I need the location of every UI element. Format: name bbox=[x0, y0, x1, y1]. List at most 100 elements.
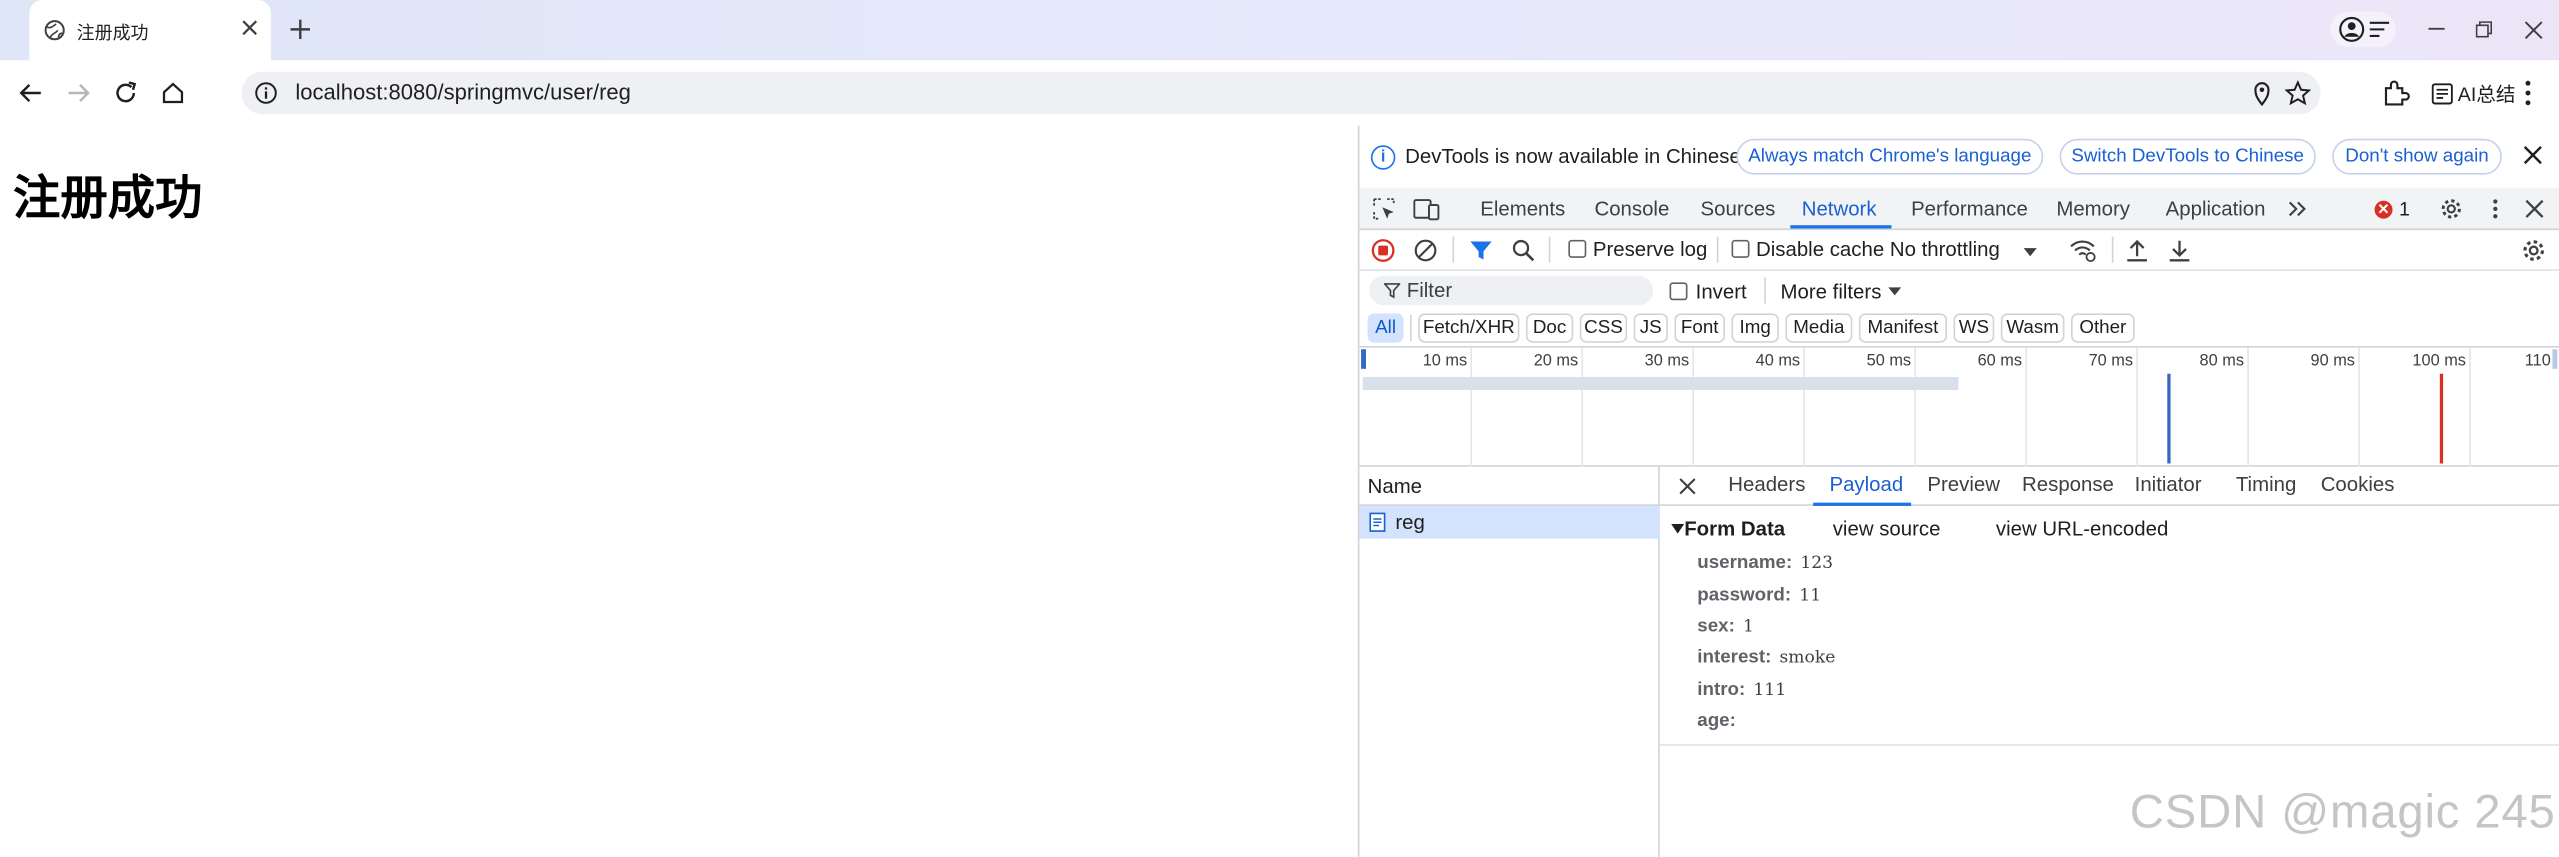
type-filter-doc[interactable]: Doc bbox=[1525, 313, 1574, 343]
view-source-link[interactable]: view source bbox=[1833, 517, 1941, 540]
name-column-header[interactable]: Name bbox=[1359, 467, 1660, 506]
timeline-tick-label: 50 ms bbox=[1866, 352, 1912, 371]
invert-checkbox[interactable] bbox=[1669, 282, 1688, 301]
url-text[interactable]: localhost:8080/springmvc/user/reg bbox=[295, 80, 631, 104]
filter-bar: Filter Invert More filters bbox=[1359, 271, 2559, 310]
active-tab-indicator bbox=[1790, 225, 1892, 229]
bookmark-star-icon[interactable] bbox=[2284, 80, 2311, 106]
tab-initiator[interactable]: Initiator bbox=[2135, 473, 2202, 496]
error-icon: ✕ bbox=[2374, 199, 2393, 218]
minimize-icon[interactable] bbox=[2419, 13, 2455, 46]
separator bbox=[1716, 236, 1719, 263]
profile-button[interactable] bbox=[2330, 11, 2396, 48]
location-pin-icon[interactable] bbox=[2249, 80, 2275, 107]
tab-elements[interactable]: Elements bbox=[1480, 197, 1565, 220]
settings-gear-icon[interactable] bbox=[2440, 197, 2463, 220]
inspect-element-icon[interactable] bbox=[1373, 197, 1396, 220]
timeline-start-handle[interactable] bbox=[1361, 349, 1366, 369]
switch-chinese-button[interactable]: Switch DevTools to Chinese bbox=[2059, 138, 2316, 175]
timeline-end-handle[interactable] bbox=[2552, 349, 2558, 369]
customize-menu-icon[interactable] bbox=[2484, 197, 2507, 220]
close-devtools-icon[interactable] bbox=[2523, 197, 2546, 220]
chevron-down-icon[interactable] bbox=[1888, 287, 1902, 297]
type-filter-fetch-xhr[interactable]: Fetch/XHR bbox=[1418, 313, 1520, 343]
home-icon[interactable] bbox=[155, 75, 191, 111]
disable-cache-checkbox[interactable] bbox=[1731, 239, 1750, 258]
form-data-title[interactable]: Form Data bbox=[1684, 517, 1785, 540]
preserve-log-checkbox[interactable] bbox=[1568, 239, 1587, 258]
tab-cookies[interactable]: Cookies bbox=[2321, 473, 2395, 496]
type-filter-img[interactable]: Img bbox=[1731, 313, 1779, 343]
close-window-icon[interactable] bbox=[2515, 13, 2551, 46]
address-bar[interactable]: localhost:8080/springmvc/user/reg bbox=[241, 71, 2321, 115]
type-filter-js[interactable]: JS bbox=[1633, 313, 1668, 343]
chevron-down-icon[interactable] bbox=[2022, 238, 2038, 262]
preserve-log-label[interactable]: Preserve log bbox=[1593, 238, 1708, 261]
device-toolbar-icon[interactable] bbox=[1413, 197, 1440, 221]
tab-sources[interactable]: Sources bbox=[1701, 197, 1776, 220]
type-filter-css[interactable]: CSS bbox=[1579, 313, 1628, 343]
infobar-close-icon[interactable] bbox=[2521, 144, 2544, 167]
tab-payload[interactable]: Payload bbox=[1829, 473, 1903, 496]
site-info-icon[interactable] bbox=[255, 82, 278, 105]
more-tabs-chevron-icon[interactable] bbox=[2286, 197, 2309, 220]
dont-show-again-button[interactable]: Don't show again bbox=[2332, 138, 2502, 175]
tab-title: 注册成功 bbox=[76, 24, 149, 45]
back-icon[interactable] bbox=[13, 75, 49, 111]
request-timing-bar bbox=[1362, 376, 1959, 391]
timeline-tick-label: 90 ms bbox=[2310, 352, 2355, 371]
more-filters-button[interactable]: More filters bbox=[1781, 281, 1882, 304]
request-row[interactable]: reg bbox=[1359, 505, 1660, 539]
document-icon bbox=[1369, 512, 1386, 532]
filter-funnel-icon[interactable] bbox=[1469, 238, 1493, 262]
tab-application[interactable]: Application bbox=[2166, 197, 2266, 220]
disable-cache-label[interactable]: Disable cache bbox=[1756, 238, 1884, 261]
network-settings-gear-icon[interactable] bbox=[2521, 238, 2545, 262]
field-key: age: bbox=[1697, 711, 1736, 732]
close-detail-icon[interactable] bbox=[1678, 477, 1698, 497]
field-key: sex: bbox=[1697, 616, 1735, 637]
export-har-icon[interactable] bbox=[2167, 238, 2191, 262]
field-key: username: bbox=[1697, 553, 1793, 573]
type-filter-media[interactable]: Media bbox=[1785, 313, 1853, 343]
error-counter[interactable]: ✕ 1 bbox=[2374, 197, 2410, 220]
new-tab-icon[interactable] bbox=[286, 15, 315, 44]
view-url-encoded-link[interactable]: view URL-encoded bbox=[1996, 517, 2168, 540]
tab-response[interactable]: Response bbox=[2022, 473, 2114, 496]
network-conditions-icon[interactable] bbox=[2069, 238, 2097, 263]
tab-network[interactable]: Network bbox=[1802, 197, 1877, 220]
type-filter-wasm[interactable]: Wasm bbox=[2000, 313, 2065, 343]
import-har-icon[interactable] bbox=[2125, 238, 2149, 262]
type-filter-manifest[interactable]: Manifest bbox=[1858, 313, 1947, 343]
extensions-icon[interactable] bbox=[2381, 78, 2410, 107]
type-filter-font[interactable]: Font bbox=[1674, 313, 1726, 343]
more-vert-icon[interactable] bbox=[2523, 78, 2533, 107]
tab-preview[interactable]: Preview bbox=[1927, 473, 2000, 496]
match-language-button[interactable]: Always match Chrome's language bbox=[1736, 138, 2044, 175]
restore-icon[interactable] bbox=[2466, 13, 2502, 46]
tab-close-icon[interactable] bbox=[237, 15, 263, 41]
expand-triangle-icon[interactable] bbox=[1671, 523, 1685, 535]
tab-headers[interactable]: Headers bbox=[1728, 473, 1805, 496]
browser-tab[interactable]: 注册成功 bbox=[29, 0, 271, 61]
filter-input[interactable]: Filter bbox=[1369, 275, 1654, 306]
record-stop-icon[interactable] bbox=[1371, 238, 1395, 262]
type-filter-all[interactable]: All bbox=[1367, 313, 1404, 343]
ai-summary-button[interactable]: AI总结 bbox=[2431, 80, 2515, 108]
tab-timing[interactable]: Timing bbox=[2236, 473, 2296, 496]
network-overview-timeline[interactable]: 10 ms 20 ms 30 ms 40 ms 50 ms 60 ms 70 m… bbox=[1359, 347, 2559, 467]
field-key: interest: bbox=[1697, 647, 1772, 668]
timeline-tick-label: 30 ms bbox=[1644, 352, 1690, 371]
search-icon[interactable] bbox=[1511, 238, 1535, 262]
invert-label[interactable]: Invert bbox=[1696, 281, 1747, 304]
tab-memory[interactable]: Memory bbox=[2056, 197, 2130, 220]
tab-console[interactable]: Console bbox=[1594, 197, 1669, 220]
timeline-tick-label: 20 ms bbox=[1533, 352, 1579, 371]
clear-icon[interactable] bbox=[1413, 238, 1437, 262]
reload-icon[interactable] bbox=[108, 75, 144, 111]
type-filter-other[interactable]: Other bbox=[2071, 313, 2135, 343]
throttling-select[interactable]: No throttling bbox=[1890, 238, 2000, 261]
tab-performance[interactable]: Performance bbox=[1911, 197, 2028, 220]
type-filter-ws[interactable]: WS bbox=[1953, 313, 1995, 343]
forward-icon[interactable] bbox=[60, 75, 96, 111]
